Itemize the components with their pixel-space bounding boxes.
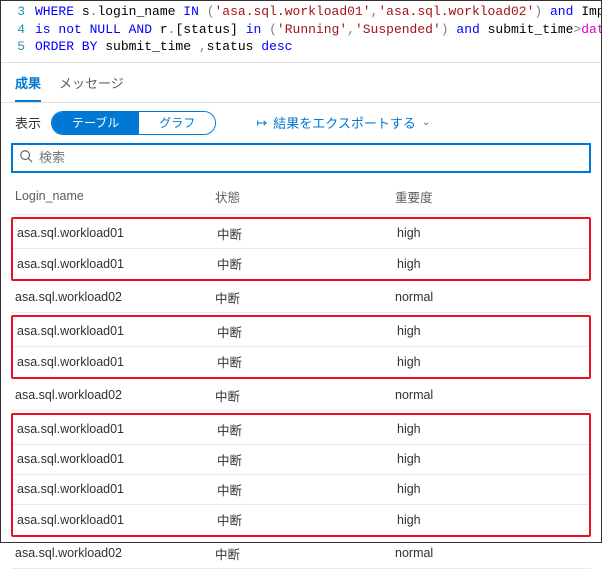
cell-status: 中断 [215, 386, 395, 405]
cell-status: 中断 [217, 420, 397, 439]
col-header-importance[interactable]: 重要度 [395, 187, 587, 206]
code-content[interactable]: ORDER BY submit_time ,status desc [35, 38, 601, 56]
cell-status: 中断 [217, 510, 397, 529]
results-grid: Login_name 状態 重要度 asa.sql.workload01中断hi… [1, 179, 601, 569]
cell-login: asa.sql.workload02 [15, 290, 215, 304]
highlight-box: asa.sql.workload01中断highasa.sql.workload… [11, 217, 591, 281]
cell-login: asa.sql.workload02 [15, 388, 215, 402]
code-content[interactable]: is not NULL AND r.[status] in ('Running'… [35, 21, 601, 39]
grid-header-row: Login_name 状態 重要度 [11, 179, 591, 215]
table-row[interactable]: asa.sql.workload01中断high [13, 317, 589, 347]
tab-results[interactable]: 成果 [15, 73, 41, 102]
code-content[interactable]: WHERE s.login_name IN ('asa.sql.workload… [35, 3, 601, 21]
view-label: 表示 [15, 113, 41, 132]
cell-importance: high [397, 482, 585, 496]
results-toolbar: 表示 テーブル グラフ ↦ 結果をエクスポートする ⌄ [1, 103, 601, 143]
code-line: 3WHERE s.login_name IN ('asa.sql.workloa… [1, 3, 601, 21]
cell-importance: high [397, 513, 585, 527]
col-header-status[interactable]: 状態 [215, 187, 395, 206]
table-row[interactable]: asa.sql.workload01中断high [13, 249, 589, 279]
table-row[interactable]: asa.sql.workload02中断normal [11, 381, 591, 411]
cell-login: asa.sql.workload01 [17, 452, 217, 466]
table-row[interactable]: asa.sql.workload01中断high [13, 219, 589, 249]
cell-importance: high [397, 422, 585, 436]
cell-status: 中断 [217, 480, 397, 499]
sql-editor[interactable]: 3WHERE s.login_name IN ('asa.sql.workloa… [1, 1, 601, 62]
cell-login: asa.sql.workload01 [17, 513, 217, 527]
cell-login: asa.sql.workload01 [17, 355, 217, 369]
table-row[interactable]: asa.sql.workload01中断high [13, 445, 589, 475]
chevron-down-icon: ⌄ [422, 117, 430, 128]
tab-messages[interactable]: メッセージ [59, 73, 124, 102]
cell-importance: normal [395, 546, 587, 560]
cell-login: asa.sql.workload01 [17, 257, 217, 271]
cell-status: 中断 [215, 544, 395, 563]
col-header-login[interactable]: Login_name [15, 189, 215, 203]
code-line: 4is not NULL AND r.[status] in ('Running… [1, 21, 601, 39]
cell-importance: high [397, 257, 585, 271]
code-line: 5ORDER BY submit_time ,status desc [1, 38, 601, 56]
highlight-box: asa.sql.workload01中断highasa.sql.workload… [11, 413, 591, 537]
cell-importance: normal [395, 290, 587, 304]
line-number: 5 [1, 38, 35, 56]
line-number: 3 [1, 3, 35, 21]
table-row[interactable]: asa.sql.workload01中断high [13, 415, 589, 445]
cell-status: 中断 [217, 352, 397, 371]
table-row[interactable]: asa.sql.workload01中断high [13, 347, 589, 377]
table-row[interactable]: asa.sql.workload01中断high [13, 505, 589, 535]
cell-status: 中断 [217, 254, 397, 273]
cell-status: 中断 [215, 288, 395, 307]
results-tabs: 成果 メッセージ [1, 63, 601, 103]
cell-importance: high [397, 355, 585, 369]
export-icon: ↦ [256, 115, 267, 131]
export-results-button[interactable]: ↦ 結果をエクスポートする ⌄ [256, 113, 430, 132]
table-row[interactable]: asa.sql.workload02中断normal [11, 539, 591, 569]
cell-login: asa.sql.workload01 [17, 226, 217, 240]
cell-status: 中断 [217, 224, 397, 243]
table-row[interactable]: asa.sql.workload01中断high [13, 475, 589, 505]
view-toggle-chart[interactable]: グラフ [139, 112, 215, 134]
search-input[interactable] [39, 150, 583, 165]
results-search[interactable] [11, 143, 591, 173]
cell-login: asa.sql.workload02 [15, 546, 215, 560]
table-row[interactable]: asa.sql.workload02中断normal [11, 283, 591, 313]
cell-importance: high [397, 452, 585, 466]
cell-importance: high [397, 226, 585, 240]
line-number: 4 [1, 21, 35, 39]
cell-login: asa.sql.workload01 [17, 324, 217, 338]
highlight-box: asa.sql.workload01中断highasa.sql.workload… [11, 315, 591, 379]
cell-status: 中断 [217, 322, 397, 341]
cell-status: 中断 [217, 450, 397, 469]
cell-importance: high [397, 324, 585, 338]
cell-login: asa.sql.workload01 [17, 422, 217, 436]
search-icon [19, 149, 33, 166]
view-toggle: テーブル グラフ [51, 111, 216, 135]
cell-login: asa.sql.workload01 [17, 482, 217, 496]
export-label: 結果をエクスポートする [273, 113, 416, 132]
view-toggle-table[interactable]: テーブル [52, 112, 139, 134]
cell-importance: normal [395, 388, 587, 402]
